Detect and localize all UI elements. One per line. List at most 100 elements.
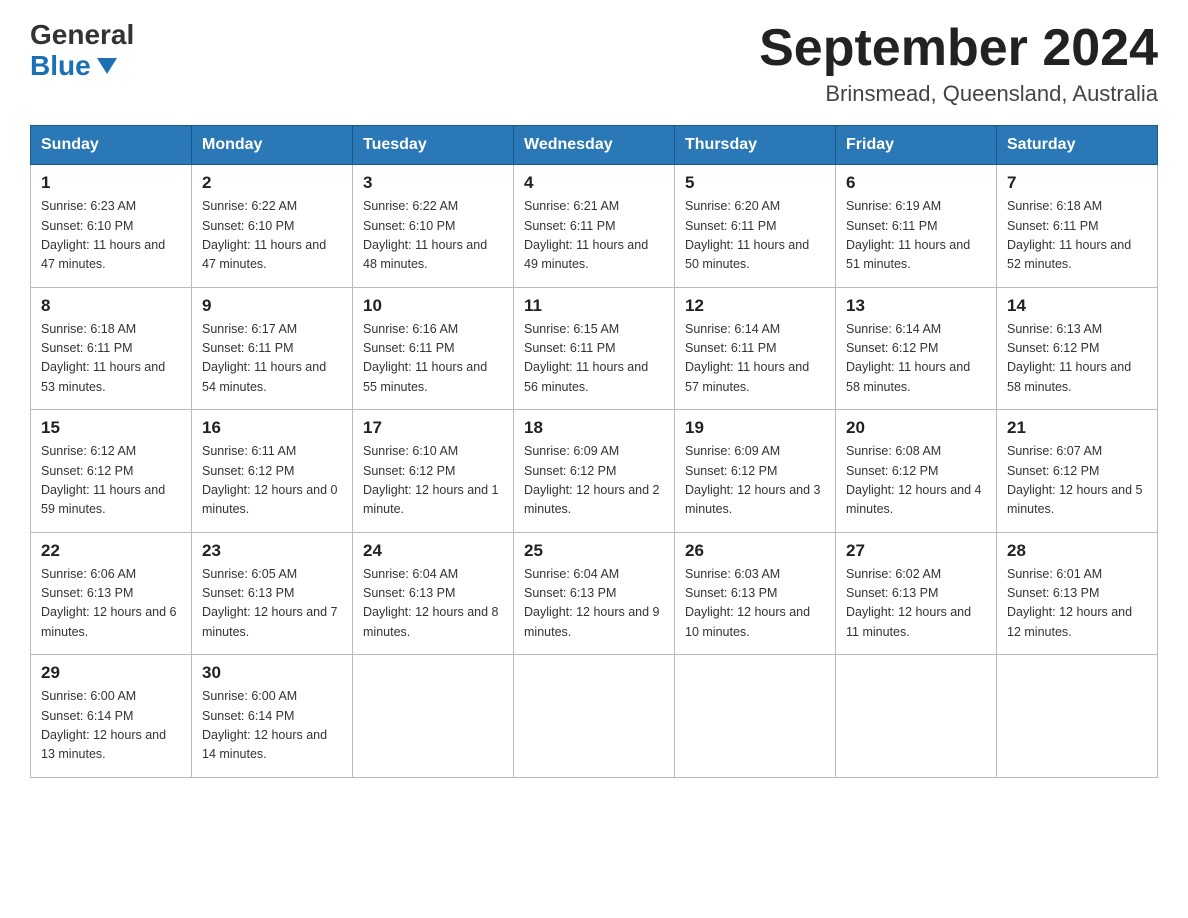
calendar-cell: 9 Sunrise: 6:17 AMSunset: 6:11 PMDayligh… <box>192 287 353 410</box>
title-area: September 2024 Brinsmead, Queensland, Au… <box>759 20 1158 107</box>
day-info: Sunrise: 6:22 AMSunset: 6:10 PMDaylight:… <box>202 197 342 275</box>
day-info: Sunrise: 6:00 AMSunset: 6:14 PMDaylight:… <box>202 687 342 765</box>
day-info: Sunrise: 6:20 AMSunset: 6:11 PMDaylight:… <box>685 197 825 275</box>
calendar-cell: 12 Sunrise: 6:14 AMSunset: 6:11 PMDaylig… <box>675 287 836 410</box>
day-info: Sunrise: 6:10 AMSunset: 6:12 PMDaylight:… <box>363 442 503 520</box>
day-number: 20 <box>846 418 986 438</box>
day-number: 26 <box>685 541 825 561</box>
calendar-week-row: 8 Sunrise: 6:18 AMSunset: 6:11 PMDayligh… <box>31 287 1158 410</box>
day-number: 11 <box>524 296 664 316</box>
day-info: Sunrise: 6:12 AMSunset: 6:12 PMDaylight:… <box>41 442 181 520</box>
day-info: Sunrise: 6:01 AMSunset: 6:13 PMDaylight:… <box>1007 565 1147 643</box>
calendar-cell: 25 Sunrise: 6:04 AMSunset: 6:13 PMDaylig… <box>514 532 675 655</box>
logo-general-text: General <box>30 20 134 51</box>
month-title: September 2024 <box>759 20 1158 77</box>
day-number: 19 <box>685 418 825 438</box>
day-number: 27 <box>846 541 986 561</box>
day-number: 1 <box>41 173 181 193</box>
day-number: 7 <box>1007 173 1147 193</box>
calendar-cell: 11 Sunrise: 6:15 AMSunset: 6:11 PMDaylig… <box>514 287 675 410</box>
calendar-cell: 5 Sunrise: 6:20 AMSunset: 6:11 PMDayligh… <box>675 165 836 288</box>
calendar-cell: 28 Sunrise: 6:01 AMSunset: 6:13 PMDaylig… <box>997 532 1158 655</box>
page-header: General Blue September 2024 Brinsmead, Q… <box>30 20 1158 107</box>
day-number: 10 <box>363 296 503 316</box>
day-info: Sunrise: 6:15 AMSunset: 6:11 PMDaylight:… <box>524 320 664 398</box>
calendar-cell: 8 Sunrise: 6:18 AMSunset: 6:11 PMDayligh… <box>31 287 192 410</box>
calendar-cell: 18 Sunrise: 6:09 AMSunset: 6:12 PMDaylig… <box>514 410 675 533</box>
day-number: 24 <box>363 541 503 561</box>
calendar-cell: 2 Sunrise: 6:22 AMSunset: 6:10 PMDayligh… <box>192 165 353 288</box>
day-info: Sunrise: 6:03 AMSunset: 6:13 PMDaylight:… <box>685 565 825 643</box>
day-info: Sunrise: 6:14 AMSunset: 6:12 PMDaylight:… <box>846 320 986 398</box>
day-number: 5 <box>685 173 825 193</box>
calendar-week-row: 29 Sunrise: 6:00 AMSunset: 6:14 PMDaylig… <box>31 655 1158 778</box>
weekday-header-sunday: Sunday <box>31 126 192 165</box>
calendar-cell: 1 Sunrise: 6:23 AMSunset: 6:10 PMDayligh… <box>31 165 192 288</box>
calendar-cell <box>514 655 675 778</box>
day-number: 12 <box>685 296 825 316</box>
day-number: 3 <box>363 173 503 193</box>
calendar-cell: 22 Sunrise: 6:06 AMSunset: 6:13 PMDaylig… <box>31 532 192 655</box>
day-info: Sunrise: 6:22 AMSunset: 6:10 PMDaylight:… <box>363 197 503 275</box>
weekday-header-row: SundayMondayTuesdayWednesdayThursdayFrid… <box>31 126 1158 165</box>
day-info: Sunrise: 6:06 AMSunset: 6:13 PMDaylight:… <box>41 565 181 643</box>
weekday-header-tuesday: Tuesday <box>353 126 514 165</box>
day-number: 23 <box>202 541 342 561</box>
weekday-header-thursday: Thursday <box>675 126 836 165</box>
location-title: Brinsmead, Queensland, Australia <box>759 81 1158 107</box>
calendar-cell: 3 Sunrise: 6:22 AMSunset: 6:10 PMDayligh… <box>353 165 514 288</box>
calendar-cell <box>675 655 836 778</box>
day-number: 8 <box>41 296 181 316</box>
day-number: 25 <box>524 541 664 561</box>
day-info: Sunrise: 6:23 AMSunset: 6:10 PMDaylight:… <box>41 197 181 275</box>
calendar-cell: 4 Sunrise: 6:21 AMSunset: 6:11 PMDayligh… <box>514 165 675 288</box>
weekday-header-saturday: Saturday <box>997 126 1158 165</box>
day-number: 28 <box>1007 541 1147 561</box>
calendar-cell: 17 Sunrise: 6:10 AMSunset: 6:12 PMDaylig… <box>353 410 514 533</box>
day-info: Sunrise: 6:14 AMSunset: 6:11 PMDaylight:… <box>685 320 825 398</box>
day-number: 4 <box>524 173 664 193</box>
calendar-cell: 20 Sunrise: 6:08 AMSunset: 6:12 PMDaylig… <box>836 410 997 533</box>
calendar-cell: 15 Sunrise: 6:12 AMSunset: 6:12 PMDaylig… <box>31 410 192 533</box>
calendar-cell: 30 Sunrise: 6:00 AMSunset: 6:14 PMDaylig… <box>192 655 353 778</box>
calendar-cell: 16 Sunrise: 6:11 AMSunset: 6:12 PMDaylig… <box>192 410 353 533</box>
day-info: Sunrise: 6:19 AMSunset: 6:11 PMDaylight:… <box>846 197 986 275</box>
calendar-week-row: 1 Sunrise: 6:23 AMSunset: 6:10 PMDayligh… <box>31 165 1158 288</box>
day-number: 16 <box>202 418 342 438</box>
day-number: 29 <box>41 663 181 683</box>
calendar-cell: 21 Sunrise: 6:07 AMSunset: 6:12 PMDaylig… <box>997 410 1158 533</box>
calendar-cell: 7 Sunrise: 6:18 AMSunset: 6:11 PMDayligh… <box>997 165 1158 288</box>
calendar-cell: 23 Sunrise: 6:05 AMSunset: 6:13 PMDaylig… <box>192 532 353 655</box>
calendar-cell: 29 Sunrise: 6:00 AMSunset: 6:14 PMDaylig… <box>31 655 192 778</box>
calendar-cell: 6 Sunrise: 6:19 AMSunset: 6:11 PMDayligh… <box>836 165 997 288</box>
day-info: Sunrise: 6:04 AMSunset: 6:13 PMDaylight:… <box>363 565 503 643</box>
day-number: 15 <box>41 418 181 438</box>
day-info: Sunrise: 6:17 AMSunset: 6:11 PMDaylight:… <box>202 320 342 398</box>
calendar-cell: 10 Sunrise: 6:16 AMSunset: 6:11 PMDaylig… <box>353 287 514 410</box>
day-info: Sunrise: 6:09 AMSunset: 6:12 PMDaylight:… <box>524 442 664 520</box>
logo-triangle-icon <box>97 58 117 74</box>
calendar-cell: 13 Sunrise: 6:14 AMSunset: 6:12 PMDaylig… <box>836 287 997 410</box>
logo: General Blue <box>30 20 134 82</box>
day-info: Sunrise: 6:21 AMSunset: 6:11 PMDaylight:… <box>524 197 664 275</box>
calendar-cell <box>836 655 997 778</box>
day-number: 6 <box>846 173 986 193</box>
day-info: Sunrise: 6:13 AMSunset: 6:12 PMDaylight:… <box>1007 320 1147 398</box>
day-info: Sunrise: 6:00 AMSunset: 6:14 PMDaylight:… <box>41 687 181 765</box>
day-info: Sunrise: 6:05 AMSunset: 6:13 PMDaylight:… <box>202 565 342 643</box>
calendar-table: SundayMondayTuesdayWednesdayThursdayFrid… <box>30 125 1158 778</box>
day-number: 30 <box>202 663 342 683</box>
day-info: Sunrise: 6:16 AMSunset: 6:11 PMDaylight:… <box>363 320 503 398</box>
calendar-week-row: 22 Sunrise: 6:06 AMSunset: 6:13 PMDaylig… <box>31 532 1158 655</box>
day-info: Sunrise: 6:11 AMSunset: 6:12 PMDaylight:… <box>202 442 342 520</box>
day-info: Sunrise: 6:18 AMSunset: 6:11 PMDaylight:… <box>1007 197 1147 275</box>
calendar-cell: 19 Sunrise: 6:09 AMSunset: 6:12 PMDaylig… <box>675 410 836 533</box>
calendar-cell: 27 Sunrise: 6:02 AMSunset: 6:13 PMDaylig… <box>836 532 997 655</box>
day-number: 2 <box>202 173 342 193</box>
day-info: Sunrise: 6:07 AMSunset: 6:12 PMDaylight:… <box>1007 442 1147 520</box>
day-number: 22 <box>41 541 181 561</box>
day-info: Sunrise: 6:08 AMSunset: 6:12 PMDaylight:… <box>846 442 986 520</box>
calendar-cell <box>353 655 514 778</box>
weekday-header-friday: Friday <box>836 126 997 165</box>
calendar-cell: 24 Sunrise: 6:04 AMSunset: 6:13 PMDaylig… <box>353 532 514 655</box>
